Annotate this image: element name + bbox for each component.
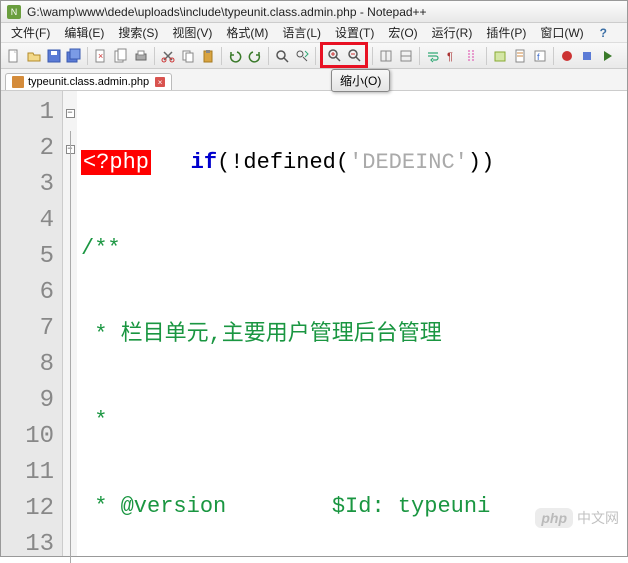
line-number: 6: [1, 275, 62, 311]
menu-window[interactable]: 窗口(W): [534, 22, 589, 43]
show-all-chars-icon[interactable]: ¶: [444, 47, 462, 65]
cut-icon[interactable]: [159, 47, 177, 65]
menu-view[interactable]: 视图(V): [166, 22, 218, 43]
open-file-icon[interactable]: [25, 47, 43, 65]
zoom-out-icon[interactable]: [345, 46, 363, 64]
tooltip-text: 缩小(O): [340, 74, 381, 88]
window-title: G:\wamp\www\dede\uploads\include\typeuni…: [27, 5, 427, 19]
record-macro-icon[interactable]: [558, 47, 576, 65]
line-number: 12: [1, 491, 62, 527]
separator: [419, 47, 420, 65]
line-number: 3: [1, 167, 62, 203]
keyword-if: if: [191, 150, 217, 175]
sync-h-icon[interactable]: [397, 47, 415, 65]
indent-guide-icon[interactable]: [464, 47, 482, 65]
new-file-icon[interactable]: [5, 47, 23, 65]
code-line: <?php if(!defined('DEDEINC')): [77, 145, 627, 181]
find-icon[interactable]: [273, 47, 291, 65]
save-icon[interactable]: [45, 47, 63, 65]
menu-edit[interactable]: 编辑(E): [58, 22, 110, 43]
undo-icon[interactable]: [226, 47, 244, 65]
file-type-icon: [12, 76, 24, 88]
menu-file[interactable]: 文件(F): [5, 22, 56, 43]
close-all-icon[interactable]: [112, 47, 130, 65]
toolbar: × 缩小(O) ¶ f: [1, 43, 627, 69]
menu-help[interactable]: ?: [594, 24, 613, 42]
code-line: /**: [77, 231, 627, 267]
code-content[interactable]: <?php if(!defined('DEDEINC')) /** * 栏目单元…: [77, 91, 627, 556]
watermark: php 中文网: [535, 508, 619, 528]
svg-text:×: ×: [98, 51, 103, 61]
fold-toggle-icon[interactable]: −: [66, 109, 75, 118]
menu-run[interactable]: 运行(R): [426, 22, 479, 43]
play-macro-icon[interactable]: [598, 47, 616, 65]
menu-macro[interactable]: 宏(O): [382, 22, 423, 43]
menu-format[interactable]: 格式(M): [220, 22, 274, 43]
wordwrap-icon[interactable]: [424, 47, 442, 65]
code-line: *: [77, 403, 627, 439]
line-number: 1: [1, 95, 62, 131]
menu-settings[interactable]: 设置(T): [329, 22, 380, 43]
function-list-icon[interactable]: f: [531, 47, 549, 65]
line-number: 5: [1, 239, 62, 275]
tab-bar: typeunit.class.admin.php ×: [1, 69, 627, 91]
svg-text:¶: ¶: [447, 51, 453, 63]
tooltip-zoom-out: 缩小(O): [331, 69, 390, 92]
php-open-tag: <?php: [81, 150, 151, 175]
watermark-text: 中文网: [577, 508, 619, 528]
separator: [221, 47, 222, 65]
tab-close-icon[interactable]: ×: [155, 77, 165, 87]
document-tab[interactable]: typeunit.class.admin.php ×: [5, 73, 172, 90]
sync-v-icon[interactable]: [377, 47, 395, 65]
separator: [315, 47, 316, 65]
line-number: 7: [1, 311, 62, 347]
fold-column: − −: [63, 91, 77, 556]
line-number: 10: [1, 419, 62, 455]
code-line: * 栏目单元,主要用户管理后台管理: [77, 317, 627, 353]
separator: [486, 47, 487, 65]
save-all-icon[interactable]: [65, 47, 83, 65]
zoom-in-icon[interactable]: [325, 46, 343, 64]
line-number: 9: [1, 383, 62, 419]
title-bar: N G:\wamp\www\dede\uploads\include\typeu…: [1, 1, 627, 23]
paste-icon[interactable]: [199, 47, 217, 65]
separator: [268, 47, 269, 65]
line-number: 2: [1, 131, 62, 167]
print-icon[interactable]: [132, 47, 150, 65]
zoom-button-group-highlighted: 缩小(O): [320, 42, 368, 68]
line-number: 4: [1, 203, 62, 239]
copy-icon[interactable]: [179, 47, 197, 65]
line-number-gutter: 1 2 3 4 5 6 7 8 9 10 11 12 13: [1, 91, 63, 556]
doc-map-icon[interactable]: [511, 47, 529, 65]
menu-bar: 文件(F) 编辑(E) 搜索(S) 视图(V) 格式(M) 语言(L) 设置(T…: [1, 23, 627, 43]
separator: [154, 47, 155, 65]
line-number: 11: [1, 455, 62, 491]
watermark-logo: php: [535, 508, 573, 528]
stop-macro-icon[interactable]: [578, 47, 596, 65]
menu-language[interactable]: 语言(L): [276, 22, 327, 43]
redo-icon[interactable]: [246, 47, 264, 65]
folder-as-workspace-icon[interactable]: [491, 47, 509, 65]
app-icon: N: [7, 5, 21, 19]
replace-icon[interactable]: [293, 47, 311, 65]
line-number: 8: [1, 347, 62, 383]
menu-search[interactable]: 搜索(S): [112, 22, 164, 43]
line-number: 13: [1, 527, 62, 563]
close-icon[interactable]: ×: [92, 47, 110, 65]
separator: [87, 47, 88, 65]
tab-label: typeunit.class.admin.php: [28, 76, 149, 88]
separator: [553, 47, 554, 65]
separator: [372, 47, 373, 65]
code-editor[interactable]: 1 2 3 4 5 6 7 8 9 10 11 12 13 − − <?php …: [1, 91, 627, 556]
menu-plugins[interactable]: 插件(P): [480, 22, 532, 43]
